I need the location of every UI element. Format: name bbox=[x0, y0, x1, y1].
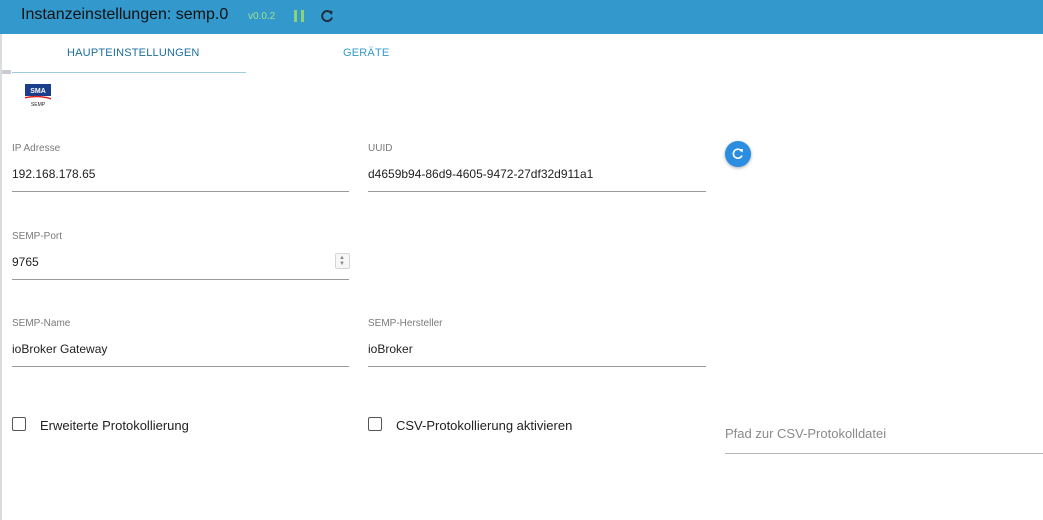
semp-name-underline bbox=[12, 366, 349, 367]
semp-manufacturer-field[interactable]: SEMP-Hersteller ioBroker bbox=[368, 318, 706, 368]
semp-manufacturer-label: SEMP-Hersteller bbox=[368, 318, 443, 329]
extended-logging-checkbox[interactable] bbox=[12, 417, 26, 431]
csv-path-field[interactable]: Pfad zur CSV-Protokolldatei bbox=[725, 426, 1043, 456]
left-border-mark bbox=[2, 70, 11, 74]
tab-haupteinstellungen[interactable]: HAUPTEINSTELLUNGEN bbox=[67, 47, 200, 59]
pause-icon[interactable] bbox=[294, 10, 305, 22]
regenerate-uuid-button[interactable] bbox=[725, 141, 751, 167]
refresh-icon bbox=[732, 148, 743, 159]
stepper-down-icon[interactable]: ▼ bbox=[339, 261, 345, 267]
semp-manufacturer-input[interactable]: ioBroker bbox=[368, 342, 413, 356]
port-stepper[interactable]: ▲ ▼ bbox=[335, 253, 350, 269]
svg-text:SMA: SMA bbox=[30, 88, 46, 95]
semp-name-field[interactable]: SEMP-Name ioBroker Gateway bbox=[12, 318, 349, 368]
header-bar: Instanzeinstellungen: semp.0 v0.0.2 bbox=[0, 0, 1043, 34]
ip-address-label: IP Adresse bbox=[12, 143, 61, 154]
active-tab-indicator bbox=[12, 72, 246, 73]
ip-address-input[interactable]: 192.168.178.65 bbox=[12, 167, 95, 181]
ip-address-field[interactable]: IP Adresse 192.168.178.65 bbox=[12, 143, 349, 193]
semp-name-input[interactable]: ioBroker Gateway bbox=[12, 342, 107, 356]
semp-name-label: SEMP-Name bbox=[12, 318, 71, 329]
semp-port-label: SEMP-Port bbox=[12, 231, 63, 242]
csv-logging-label[interactable]: CSV-Protokollierung aktivieren bbox=[396, 418, 572, 433]
uuid-underline bbox=[368, 191, 706, 192]
reload-icon[interactable] bbox=[319, 8, 335, 24]
csv-path-input[interactable]: Pfad zur CSV-Protokolldatei bbox=[725, 426, 886, 441]
page-title: Instanzeinstellungen: semp.0 bbox=[21, 6, 229, 23]
ip-address-underline bbox=[12, 191, 349, 192]
semp-port-field[interactable]: SEMP-Port 9765 bbox=[12, 231, 349, 281]
left-border bbox=[0, 34, 11, 520]
extended-logging-label[interactable]: Erweiterte Protokollierung bbox=[40, 418, 189, 433]
uuid-input[interactable]: d4659b94-86d9-4605-9472-27df32d911a1 bbox=[368, 167, 593, 181]
svg-text:SEMP: SEMP bbox=[31, 102, 46, 108]
sma-semp-logo: SMA SEMP bbox=[25, 84, 51, 108]
version-badge: v0.0.2 bbox=[248, 11, 276, 22]
uuid-label: UUID bbox=[368, 143, 393, 154]
semp-manufacturer-underline bbox=[368, 366, 706, 367]
csv-path-underline bbox=[725, 453, 1043, 454]
semp-port-underline bbox=[12, 279, 349, 280]
semp-port-input[interactable]: 9765 bbox=[12, 255, 39, 269]
csv-logging-checkbox[interactable] bbox=[368, 417, 382, 431]
uuid-field[interactable]: UUID d4659b94-86d9-4605-9472-27df32d911a… bbox=[368, 143, 706, 193]
tab-geraete[interactable]: GERÄTE bbox=[343, 47, 389, 59]
